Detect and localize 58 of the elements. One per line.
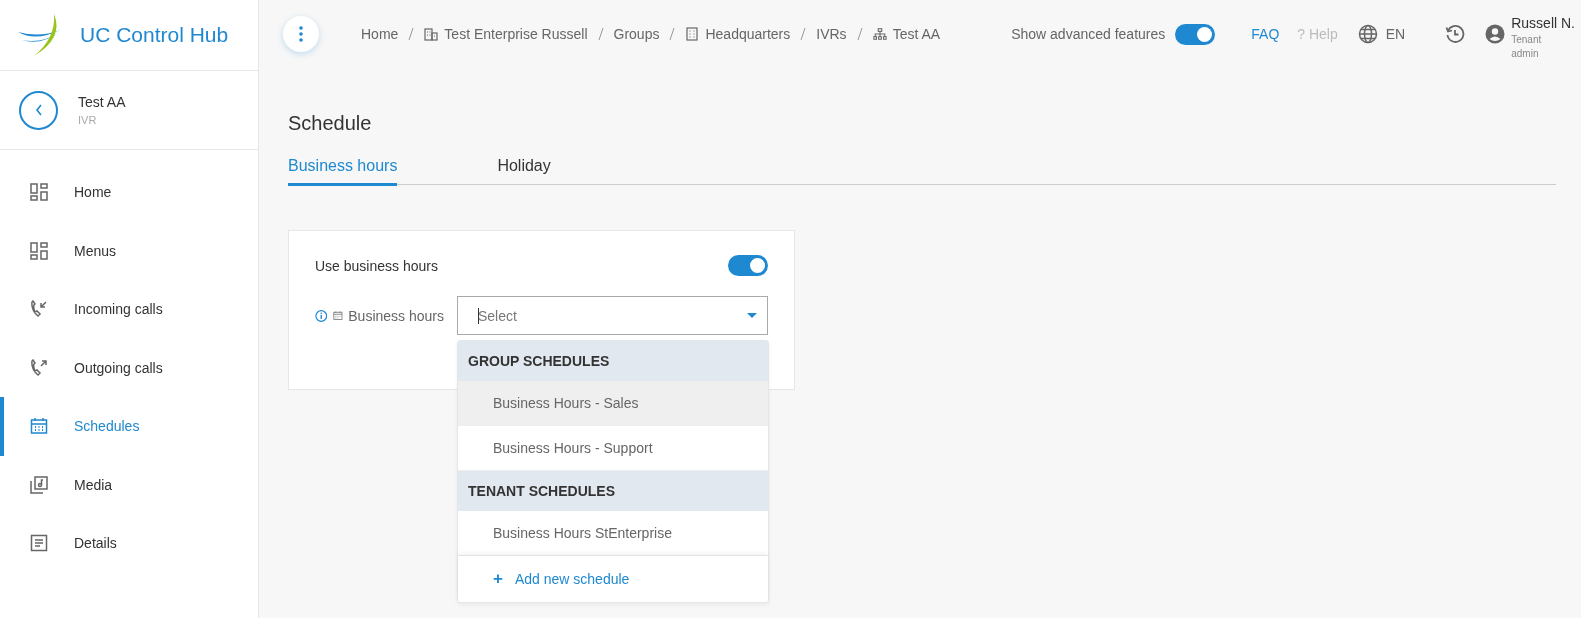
brand-name: UC Control Hub [80, 23, 229, 47]
advanced-features-label: Show advanced features [1011, 26, 1166, 42]
back-button[interactable] [19, 90, 58, 130]
breadcrumb-separator-icon [856, 27, 863, 41]
breadcrumb-link[interactable]: Home [361, 26, 399, 42]
tab[interactable]: Holiday [497, 157, 551, 186]
language-label[interactable]: EN [1385, 26, 1406, 42]
hierarchy-icon [872, 27, 887, 41]
document-icon [30, 534, 48, 553]
faq-link[interactable]: FAQ [1251, 26, 1280, 42]
sidebar-item[interactable]: Details [0, 514, 258, 573]
dropdown-option[interactable]: Business Hours - Sales [458, 381, 768, 426]
entity-title: Test AA [78, 94, 126, 110]
history-icon[interactable] [1445, 24, 1466, 44]
entity-type: IVR [78, 114, 98, 126]
breadcrumb-link[interactable]: Groups [613, 26, 660, 42]
breadcrumb-link[interactable]: Test Enterprise Russell [444, 26, 588, 42]
breadcrumb-link[interactable]: Headquarters [705, 26, 791, 42]
advanced-features-toggle[interactable] [1175, 23, 1216, 45]
breadcrumb-link[interactable]: IVRs [816, 26, 847, 42]
outgoing-call-icon [30, 358, 48, 377]
breadcrumb-separator-icon [800, 27, 807, 41]
breadcrumb-separator-icon [597, 27, 604, 41]
dropdown-option[interactable]: Business Hours StEnterprise [458, 511, 768, 556]
chevron-left-icon [34, 104, 43, 116]
breadcrumb-separator-icon [408, 27, 415, 41]
user-name: Russell N. [1511, 15, 1575, 31]
breadcrumb-link[interactable]: Test AA [892, 26, 941, 42]
option-group-header: TENANT SCHEDULES [458, 471, 768, 511]
caret-down-icon [747, 313, 757, 318]
more-menu-button[interactable] [283, 16, 319, 52]
business-hours-label: Business hours [348, 307, 444, 324]
sidebar-item[interactable]: Incoming calls [0, 280, 258, 339]
vertical-dots-icon [299, 26, 303, 42]
sidebar-item[interactable]: Home [0, 163, 258, 222]
sidebar-item[interactable]: Outgoing calls [0, 338, 258, 397]
info-icon[interactable] [315, 308, 328, 323]
user-role: Tenant admin [1511, 33, 1543, 61]
user-avatar-icon[interactable] [1485, 24, 1506, 44]
sidebar-item[interactable]: Media [0, 455, 258, 514]
option-group-header: GROUP SCHEDULES [458, 341, 768, 381]
buildings-icon [424, 27, 439, 41]
add-new-schedule-link[interactable]: + Add new schedule [458, 556, 768, 602]
page-title: Schedule [288, 112, 373, 135]
calendar-icon [333, 310, 344, 321]
use-business-hours-label: Use business hours [315, 257, 438, 274]
building-icon [685, 27, 700, 41]
schedule-select[interactable]: Select [457, 296, 768, 335]
tab[interactable]: Business hours [288, 157, 398, 186]
music-library-icon [30, 475, 48, 494]
dashboard-icon [30, 183, 48, 202]
breadcrumb-separator-icon [669, 27, 676, 41]
dashboard-icon [30, 241, 48, 260]
use-business-hours-toggle[interactable] [728, 255, 768, 276]
incoming-call-icon [30, 300, 48, 319]
sidebar-item[interactable]: Menus [0, 221, 258, 280]
globe-icon[interactable] [1357, 24, 1378, 44]
calendar-icon [30, 417, 48, 436]
